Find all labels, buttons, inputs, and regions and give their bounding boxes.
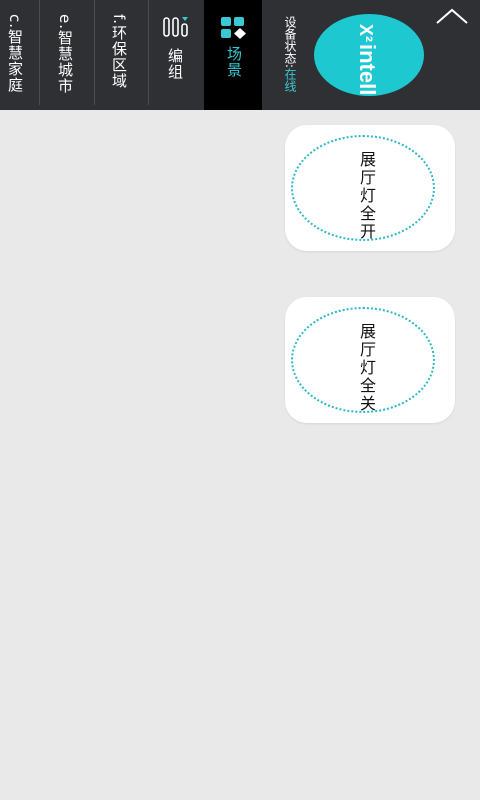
intelli-logo: X² intelli	[314, 14, 424, 96]
tab-label: 场景	[225, 46, 243, 78]
scene-card-label: 展厅灯全关	[357, 323, 376, 413]
group-list-icon	[163, 16, 189, 42]
device-status: 设备状态:在线	[262, 0, 310, 110]
tab-scene[interactable]: 场景	[204, 0, 262, 110]
tab-label: 编组	[166, 48, 184, 80]
logo-mark: X²	[356, 24, 376, 42]
top-bar: c.智慧家庭 e.智慧城市 f.环保区域 编组 场景 设备状态:在线 X² in…	[0, 0, 480, 110]
device-status-label: 设备状态:	[283, 16, 297, 69]
tab-label: e.智慧城市	[56, 14, 74, 94]
scene-icon	[220, 16, 248, 44]
tab-env-area[interactable]: f.环保区域	[95, 0, 149, 110]
device-status-text: 设备状态:在线	[282, 16, 299, 92]
device-status-value: 在线	[283, 68, 297, 93]
logo-text: intelli	[355, 44, 380, 96]
tab-label: c.智慧家庭	[6, 14, 24, 94]
scene-card-label: 展厅灯全开	[357, 151, 376, 241]
chevron-up-icon	[432, 8, 472, 34]
collapse-button[interactable]	[432, 4, 472, 30]
tab-group[interactable]: 编组	[149, 0, 204, 110]
scene-card-all-off[interactable]: 展厅灯全关	[285, 297, 455, 423]
app-screen: c.智慧家庭 e.智慧城市 f.环保区域 编组 场景 设备状态:在线 X² in…	[0, 0, 480, 800]
tab-smart-city[interactable]: e.智慧城市	[40, 0, 95, 110]
scene-card-all-on[interactable]: 展厅灯全开	[285, 125, 455, 251]
tab-smart-home[interactable]: c.智慧家庭	[0, 0, 40, 110]
tab-label: f.环保区域	[110, 14, 128, 89]
